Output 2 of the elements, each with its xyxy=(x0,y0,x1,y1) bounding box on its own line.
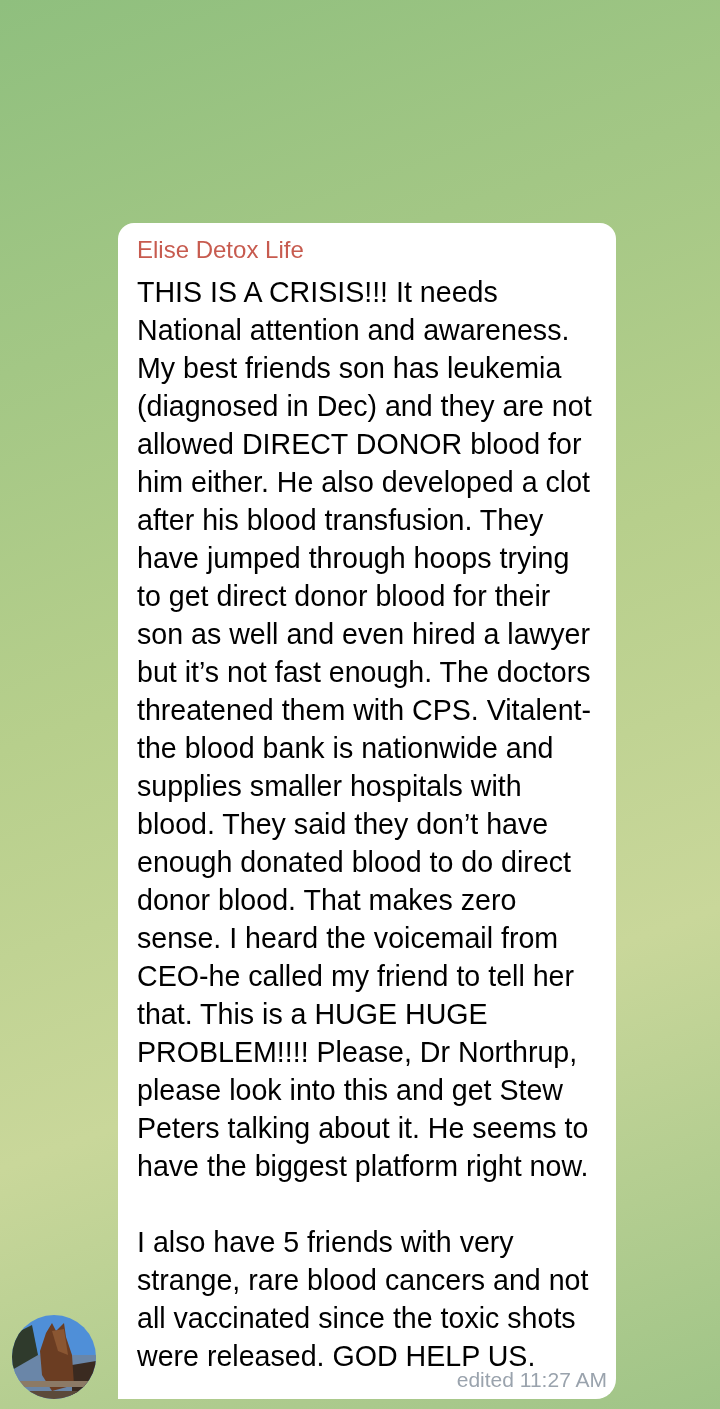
sender-name: Elise Detox Life xyxy=(137,235,305,265)
message-text: THIS IS A CRISIS!!! It needs National attention and awareness. My best friends son has leukemia (diagnosed in Dec) and they are not allowed DIRECT DONOR blood for him either. He also developed a clot after his blood transfusion. They have jumped through hoops trying to get direct donor blood for their son as well and even hired a lawyer but it’s not fast enough. The doctors threatened them with CPS. Vitalent-the blood bank is nationwide and supplies smaller hospitals with blood. They said they don’t have enough donated blood to do direct donor blood. That makes zero sense. I heard the voicemail from CEO-he called my friend to tell her that. This is a HUGE HUGE PROBLEM!!!! Please, Dr Northrup, please look into this and get Stew Peters talking about it. He seems to have the biggest platform right now. xyxy=(137,275,593,1184)
